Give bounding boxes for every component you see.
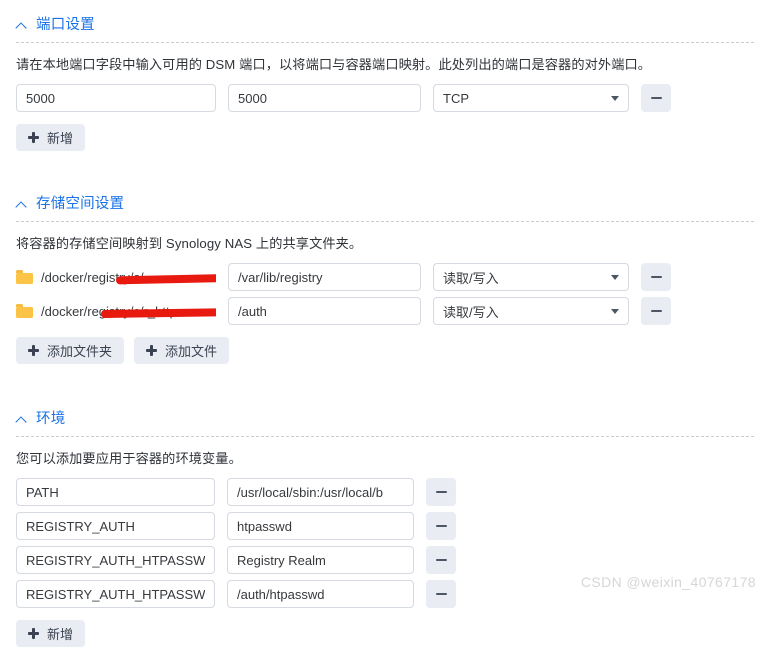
- mount-path-input[interactable]: /auth: [228, 297, 421, 325]
- plus-icon: [28, 132, 39, 143]
- env-value-value: htpasswd: [237, 518, 292, 534]
- folder-path-text: /docker/registry/s/r_http...: [41, 303, 188, 319]
- folder-path-text: /docker/registry/s/...: [41, 269, 155, 285]
- chevron-up-icon[interactable]: [16, 199, 27, 210]
- add-port-label: 新增: [47, 131, 74, 146]
- env-value-value: /usr/local/sbin:/usr/local/b: [237, 484, 383, 500]
- folder-picker[interactable]: /docker/registry/s/r_http...: [16, 297, 216, 325]
- env-row: REGISTRY_AUTH_HTPASSW Registry Realm: [0, 546, 770, 574]
- section-description-environment: 您可以添加要应用于容器的环境变量。: [16, 451, 242, 466]
- minus-icon: [650, 275, 662, 279]
- folder-icon: [16, 270, 33, 284]
- minus-icon: [435, 524, 447, 528]
- env-value-input[interactable]: /auth/htpasswd: [227, 580, 414, 608]
- permission-select[interactable]: 读取/写入: [433, 297, 629, 325]
- env-key-value: PATH: [26, 484, 59, 500]
- folder-icon: [16, 304, 33, 318]
- local-port-value: 5000: [26, 90, 55, 106]
- plus-icon: [28, 345, 39, 356]
- chevron-up-icon[interactable]: [16, 414, 27, 425]
- add-env-button[interactable]: 新增: [16, 620, 86, 647]
- minus-icon: [650, 96, 662, 100]
- minus-icon: [435, 592, 447, 596]
- plus-icon: [146, 345, 158, 356]
- remove-env-row-button[interactable]: [426, 512, 456, 540]
- env-key-value: REGISTRY_AUTH: [26, 518, 135, 534]
- folder-path: /docker/registry/s/...: [41, 270, 216, 285]
- env-row: PATH /usr/local/sbin:/usr/local/b: [0, 478, 770, 506]
- mount-path-input[interactable]: /var/lib/registry: [228, 263, 421, 291]
- local-port-input[interactable]: 5000: [16, 84, 216, 112]
- add-file-label: 添加文件: [165, 344, 218, 359]
- env-value-value: /auth/htpasswd: [237, 586, 325, 602]
- env-value-input[interactable]: /usr/local/sbin:/usr/local/b: [227, 478, 414, 506]
- section-header-port-settings[interactable]: 端口设置: [0, 14, 770, 36]
- remove-env-row-button[interactable]: [426, 478, 456, 506]
- port-row: 5000 5000 TCP: [0, 84, 770, 112]
- remove-env-row-button[interactable]: [426, 580, 456, 608]
- section-title-environment: 环境: [36, 411, 66, 427]
- env-key-value: REGISTRY_AUTH_HTPASSW: [26, 586, 205, 602]
- storage-rows: /docker/registry/s/... /var/lib/registry…: [0, 253, 770, 325]
- mount-path-value: /var/lib/registry: [238, 269, 323, 285]
- add-port-button[interactable]: 新增: [16, 124, 86, 151]
- env-actions: 新增: [0, 614, 770, 647]
- section-description-storage-settings: 将容器的存储空间映射到 Synology NAS 上的共享文件夹。: [16, 236, 363, 251]
- minus-icon: [435, 558, 447, 562]
- section-environment: 环境 您可以添加要应用于容器的环境变量。 PATH /usr/local/sbi…: [0, 364, 770, 647]
- minus-icon: [650, 309, 662, 313]
- watermark: CSDN @weixin_40767178: [580, 574, 756, 590]
- remove-storage-row-button[interactable]: [641, 263, 671, 291]
- port-type-value: TCP: [443, 90, 469, 106]
- chevron-down-icon: [611, 308, 619, 314]
- env-key-input[interactable]: REGISTRY_AUTH_HTPASSW: [16, 546, 215, 574]
- storage-row: /docker/registry/s/r_http... /auth 读取/写入: [0, 297, 770, 325]
- plus-icon: [28, 628, 39, 639]
- section-header-environment[interactable]: 环境: [0, 408, 770, 430]
- env-value-input[interactable]: Registry Realm: [227, 546, 414, 574]
- folder-picker[interactable]: /docker/registry/s/...: [16, 263, 216, 291]
- chevron-up-icon[interactable]: [16, 20, 27, 31]
- permission-value: 读取/写入: [443, 270, 499, 286]
- section-storage-settings: 存储空间设置 将容器的存储空间映射到 Synology NAS 上的共享文件夹。…: [0, 151, 770, 364]
- add-folder-button[interactable]: 添加文件夹: [16, 337, 125, 364]
- minus-icon: [435, 490, 447, 494]
- section-header-storage-settings[interactable]: 存储空间设置: [0, 193, 770, 215]
- storage-actions: 添加文件夹 添加文件: [0, 331, 770, 364]
- container-port-value: 5000: [238, 90, 267, 106]
- env-value-input[interactable]: htpasswd: [227, 512, 414, 540]
- container-settings-page: 端口设置 请在本地端口字段中输入可用的 DSM 端口，以将端口与容器端口映射。此…: [0, 0, 770, 647]
- port-rows: 5000 5000 TCP: [0, 74, 770, 112]
- mount-path-value: /auth: [238, 303, 267, 319]
- container-port-input[interactable]: 5000: [228, 84, 421, 112]
- env-row: REGISTRY_AUTH htpasswd: [0, 512, 770, 540]
- chevron-down-icon: [611, 95, 619, 101]
- chevron-down-icon: [611, 274, 619, 280]
- add-folder-label: 添加文件夹: [47, 344, 113, 359]
- folder-path: /docker/registry/s/r_http...: [41, 304, 216, 319]
- env-key-value: REGISTRY_AUTH_HTPASSW: [26, 552, 205, 568]
- env-key-input[interactable]: PATH: [16, 478, 215, 506]
- env-key-input[interactable]: REGISTRY_AUTH: [16, 512, 215, 540]
- storage-row: /docker/registry/s/... /var/lib/registry…: [0, 263, 770, 291]
- section-port-settings: 端口设置 请在本地端口字段中输入可用的 DSM 端口，以将端口与容器端口映射。此…: [0, 0, 770, 151]
- env-value-value: Registry Realm: [237, 552, 326, 568]
- remove-storage-row-button[interactable]: [641, 297, 671, 325]
- add-env-label: 新增: [47, 627, 74, 642]
- port-type-select[interactable]: TCP: [433, 84, 629, 112]
- env-key-input[interactable]: REGISTRY_AUTH_HTPASSW: [16, 580, 215, 608]
- permission-select[interactable]: 读取/写入: [433, 263, 629, 291]
- remove-env-row-button[interactable]: [426, 546, 456, 574]
- add-file-button[interactable]: 添加文件: [134, 337, 230, 364]
- section-title-storage-settings: 存储空间设置: [36, 196, 125, 212]
- port-actions: 新增: [0, 118, 770, 151]
- permission-value: 读取/写入: [443, 304, 499, 320]
- section-title-port-settings: 端口设置: [36, 17, 95, 33]
- remove-port-row-button[interactable]: [641, 84, 671, 112]
- section-description-port-settings: 请在本地端口字段中输入可用的 DSM 端口，以将端口与容器端口映射。此处列出的端…: [16, 57, 652, 72]
